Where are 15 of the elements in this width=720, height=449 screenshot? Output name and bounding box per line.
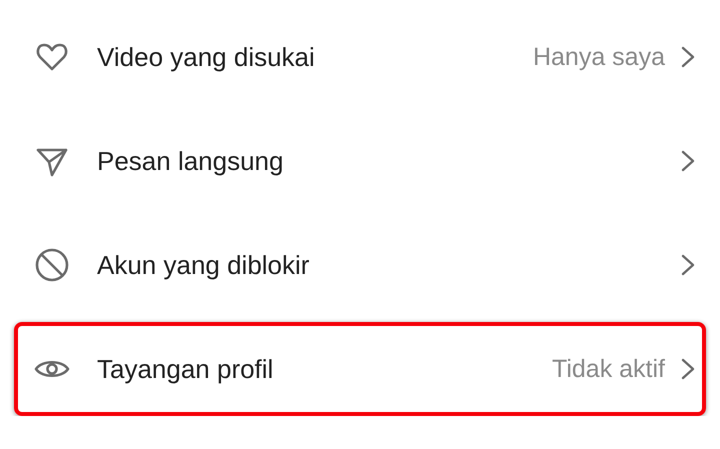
settings-row[interactable]: Akun yang diblokir — [14, 218, 706, 312]
setting-label: Tayangan profil — [97, 354, 274, 384]
chevron-icon — [681, 254, 695, 276]
settings-row[interactable]: Tayangan profil Tidak aktif — [14, 322, 706, 416]
chevron-icon — [681, 150, 695, 172]
setting-value: Hanya saya — [532, 42, 665, 72]
setting-label: Pesan langsung — [97, 146, 284, 176]
setting-label: Video yang disukai — [97, 42, 316, 72]
setting-value: Tidak aktif — [552, 354, 665, 384]
chevron-icon — [681, 46, 695, 68]
settings-row[interactable]: Pesan langsung — [14, 114, 706, 208]
chevron-icon — [681, 358, 695, 380]
settings-row[interactable]: Video yang disukai Hanya saya — [14, 10, 706, 104]
setting-label: Akun yang diblokir — [97, 250, 310, 280]
block-icon — [34, 247, 70, 283]
